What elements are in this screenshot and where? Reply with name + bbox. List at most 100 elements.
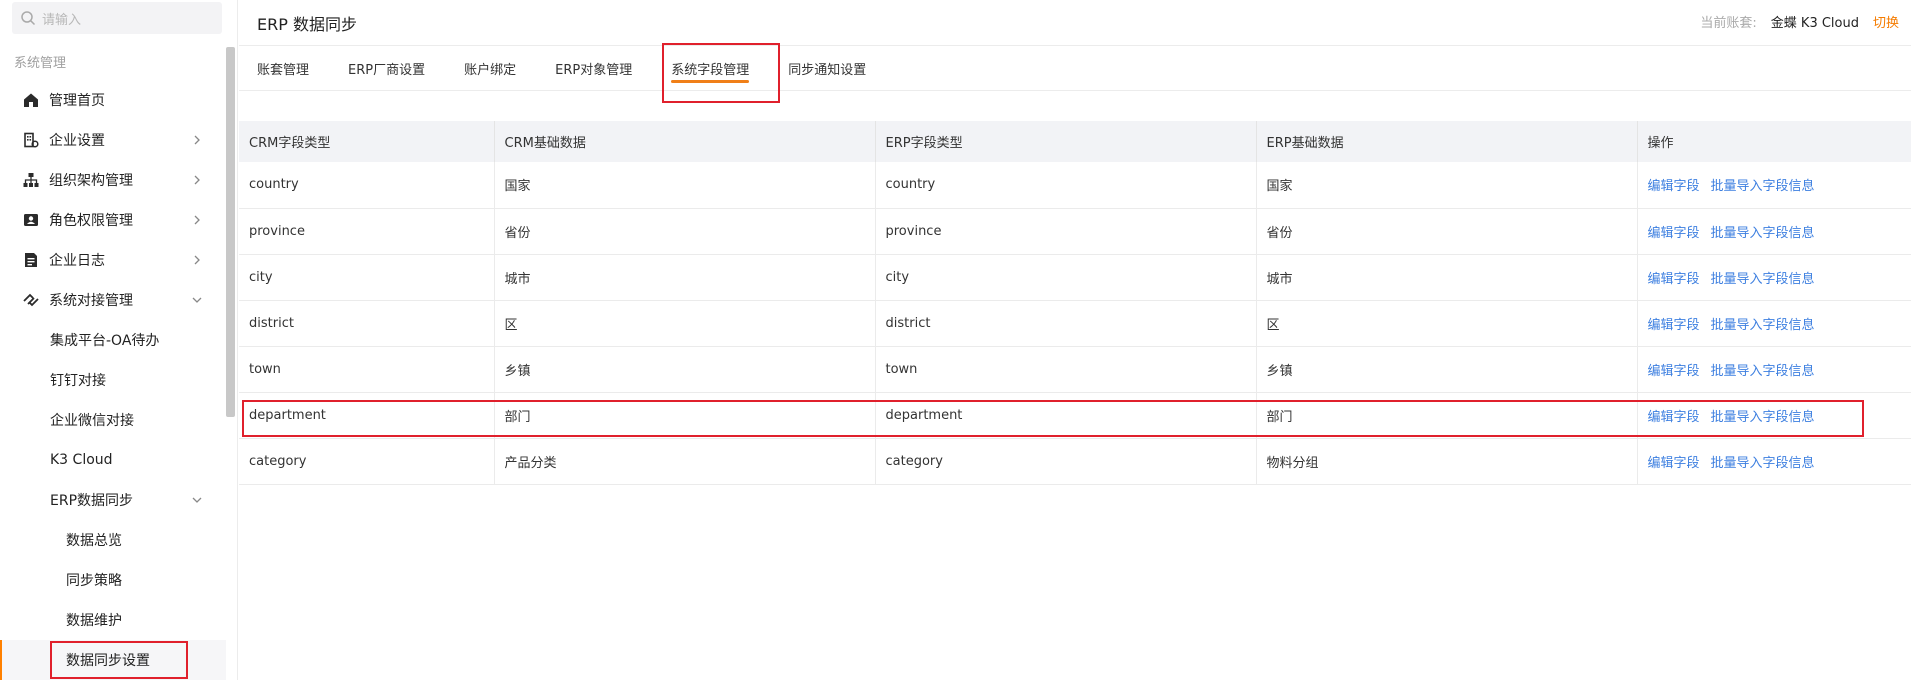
page-title: ERP 数据同步 (257, 14, 357, 34)
edit-field-link[interactable]: 编辑字段 (1648, 456, 1700, 471)
row-actions: 编辑字段 批量导入字段信息 (1637, 162, 1911, 209)
column-header: CRM字段类型 (239, 121, 495, 162)
user-card-icon (22, 211, 40, 229)
table-cell: 物料分组 (1256, 438, 1638, 485)
sidebar-item-label: 角色权限管理 (49, 213, 133, 229)
table-cell: category (239, 438, 495, 485)
table-cell: 部门 (1256, 392, 1638, 439)
edit-field-link[interactable]: 编辑字段 (1648, 272, 1700, 287)
table-cell: province (875, 208, 1257, 255)
sidebar-subitem-wecom[interactable]: 企业微信对接 (0, 400, 226, 440)
batch-import-link[interactable]: 批量导入字段信息 (1711, 410, 1815, 425)
tab-account-set[interactable]: 账套管理 (257, 46, 309, 91)
table-row: district 区 district 区编辑字段 批量导入字段信息 (239, 300, 1911, 347)
table-cell: 城市 (494, 254, 876, 301)
chevron-right-icon (194, 135, 200, 145)
sidebar-subitem-data-overview[interactable]: 数据总览 (0, 520, 226, 560)
table-row: country 国家 country 国家 编辑字段 批量导入字段信息 (239, 162, 1911, 209)
table-cell: town (239, 346, 495, 393)
table-cell: city (875, 254, 1257, 301)
sidebar-subitem-data-sync-settings[interactable]: 数据同步设置 (0, 640, 226, 680)
table-cell: province (239, 208, 495, 255)
tab-account-binding[interactable]: 账户绑定 (464, 46, 516, 91)
table-row: province 省份 province 省份 编辑字段 批量导入字段信息 (239, 208, 1911, 255)
switch-account-link[interactable]: 切换 (1873, 12, 1899, 31)
column-header: ERP基础数据 (1256, 121, 1638, 162)
edit-field-link[interactable]: 编辑字段 (1648, 179, 1700, 194)
sidebar-item-enterprise-settings[interactable]: 企业设置 (0, 120, 226, 160)
sidebar-subitem-label: 集成平台-OA待办 (50, 333, 160, 349)
batch-import-link[interactable]: 批量导入字段信息 (1711, 179, 1815, 194)
row-actions: 编辑字段 批量导入字段信息 (1637, 208, 1911, 255)
batch-import-link[interactable]: 批量导入字段信息 (1711, 226, 1815, 241)
table-cell: 省份 (494, 208, 876, 255)
sidebar-subitem-erp-sync[interactable]: ERP数据同步 (0, 480, 226, 520)
header: ERP 数据同步 当前账套: 金蝶 K3 Cloud 切换 (239, 0, 1911, 46)
sidebar-item-system-integration[interactable]: 系统对接管理 (0, 280, 226, 320)
sidebar-item-label: 系统对接管理 (49, 293, 133, 309)
batch-import-link[interactable]: 批量导入字段信息 (1711, 318, 1815, 333)
table-cell: 乡镇 (1256, 346, 1638, 393)
edit-field-link[interactable]: 编辑字段 (1648, 410, 1700, 425)
batch-import-link[interactable]: 批量导入字段信息 (1711, 456, 1815, 471)
link-icon (22, 291, 40, 309)
table-cell: 产品分类 (494, 438, 876, 485)
sidebar-subitem-oa-todo[interactable]: 集成平台-OA待办 (0, 320, 226, 360)
sidebar-item-home[interactable]: 管理首页 (0, 80, 226, 120)
table-cell: department (239, 392, 495, 439)
edit-field-link[interactable]: 编辑字段 (1648, 226, 1700, 241)
row-actions: 编辑字段 批量导入字段信息 (1637, 254, 1911, 301)
org-chart-icon (22, 171, 40, 189)
account-info: 当前账套: 金蝶 K3 Cloud 切换 (1700, 12, 1899, 31)
sidebar-subitem-dingtalk[interactable]: 钉钉对接 (0, 360, 226, 400)
sidebar-nav: 管理首页 企业设置 组织架构管理 角色权限管理 企业日志 系统对接管理 集成平台… (0, 80, 226, 680)
chevron-right-icon (194, 215, 200, 225)
search-box[interactable]: 请输入 (12, 2, 222, 34)
sidebar-subitem-sync-strategy[interactable]: 同步策略 (0, 560, 226, 600)
sidebar-item-label: 管理首页 (49, 93, 105, 109)
sidebar-subitem-label: 数据总览 (66, 533, 122, 549)
sidebar-item-org-structure[interactable]: 组织架构管理 (0, 160, 226, 200)
search-input[interactable]: 请输入 (42, 9, 81, 28)
table-cell: country (239, 162, 495, 209)
main-content: ERP 数据同步 当前账套: 金蝶 K3 Cloud 切换 账套管理 ERP厂商… (239, 0, 1911, 680)
sidebar-item-enterprise-log[interactable]: 企业日志 (0, 240, 226, 280)
sidebar-item-label: 企业设置 (49, 133, 105, 149)
edit-field-link[interactable]: 编辑字段 (1648, 318, 1700, 333)
sidebar-item-role-permissions[interactable]: 角色权限管理 (0, 200, 226, 240)
home-icon (22, 91, 40, 109)
tab-system-field[interactable]: 系统字段管理 (671, 46, 750, 91)
field-mapping-table: CRM字段类型 CRM基础数据 ERP字段类型 ERP基础数据 操作 count… (239, 121, 1911, 485)
sidebar-subitem-label: 同步策略 (66, 573, 122, 589)
tab-erp-object[interactable]: ERP对象管理 (555, 46, 632, 91)
row-actions: 编辑字段 批量导入字段信息 (1637, 438, 1911, 485)
tab-sync-notification[interactable]: 同步通知设置 (788, 46, 866, 91)
search-icon (21, 11, 36, 26)
row-actions: 编辑字段 批量导入字段信息 (1637, 300, 1911, 347)
table-cell: 区 (494, 300, 876, 347)
row-actions: 编辑字段 批量导入字段信息 (1637, 346, 1911, 393)
edit-field-link[interactable]: 编辑字段 (1648, 364, 1700, 379)
sidebar-subitem-label: 数据维护 (66, 613, 122, 629)
table-cell: 国家 (1256, 162, 1638, 209)
chevron-right-icon (194, 255, 200, 265)
table-cell: 部门 (494, 392, 876, 439)
row-actions: 编辑字段 批量导入字段信息 (1637, 392, 1911, 439)
sidebar-subitem-label: 钉钉对接 (50, 373, 106, 389)
table-cell: 乡镇 (494, 346, 876, 393)
batch-import-link[interactable]: 批量导入字段信息 (1711, 364, 1815, 379)
batch-import-link[interactable]: 批量导入字段信息 (1711, 272, 1815, 287)
table-cell: country (875, 162, 1257, 209)
tab-bar: 账套管理 ERP厂商设置 账户绑定 ERP对象管理 系统字段管理 同步通知设置 (239, 46, 1911, 91)
table-row: city 城市 city 城市 编辑字段 批量导入字段信息 (239, 254, 1911, 301)
column-header: 操作 (1637, 121, 1911, 162)
table-cell: 国家 (494, 162, 876, 209)
sidebar-subitem-label: 企业微信对接 (50, 413, 134, 429)
column-header: ERP字段类型 (875, 121, 1257, 162)
tab-erp-vendor[interactable]: ERP厂商设置 (348, 46, 425, 91)
table-row: department 部门 department 部门 编辑字段 批量导入字段信息 (239, 392, 1911, 439)
sidebar-scrollbar[interactable] (226, 47, 235, 417)
sidebar-subitem-data-maintenance[interactable]: 数据维护 (0, 600, 226, 640)
account-label: 当前账套: (1700, 16, 1757, 31)
sidebar-subitem-k3-cloud[interactable]: K3 Cloud (0, 440, 226, 480)
